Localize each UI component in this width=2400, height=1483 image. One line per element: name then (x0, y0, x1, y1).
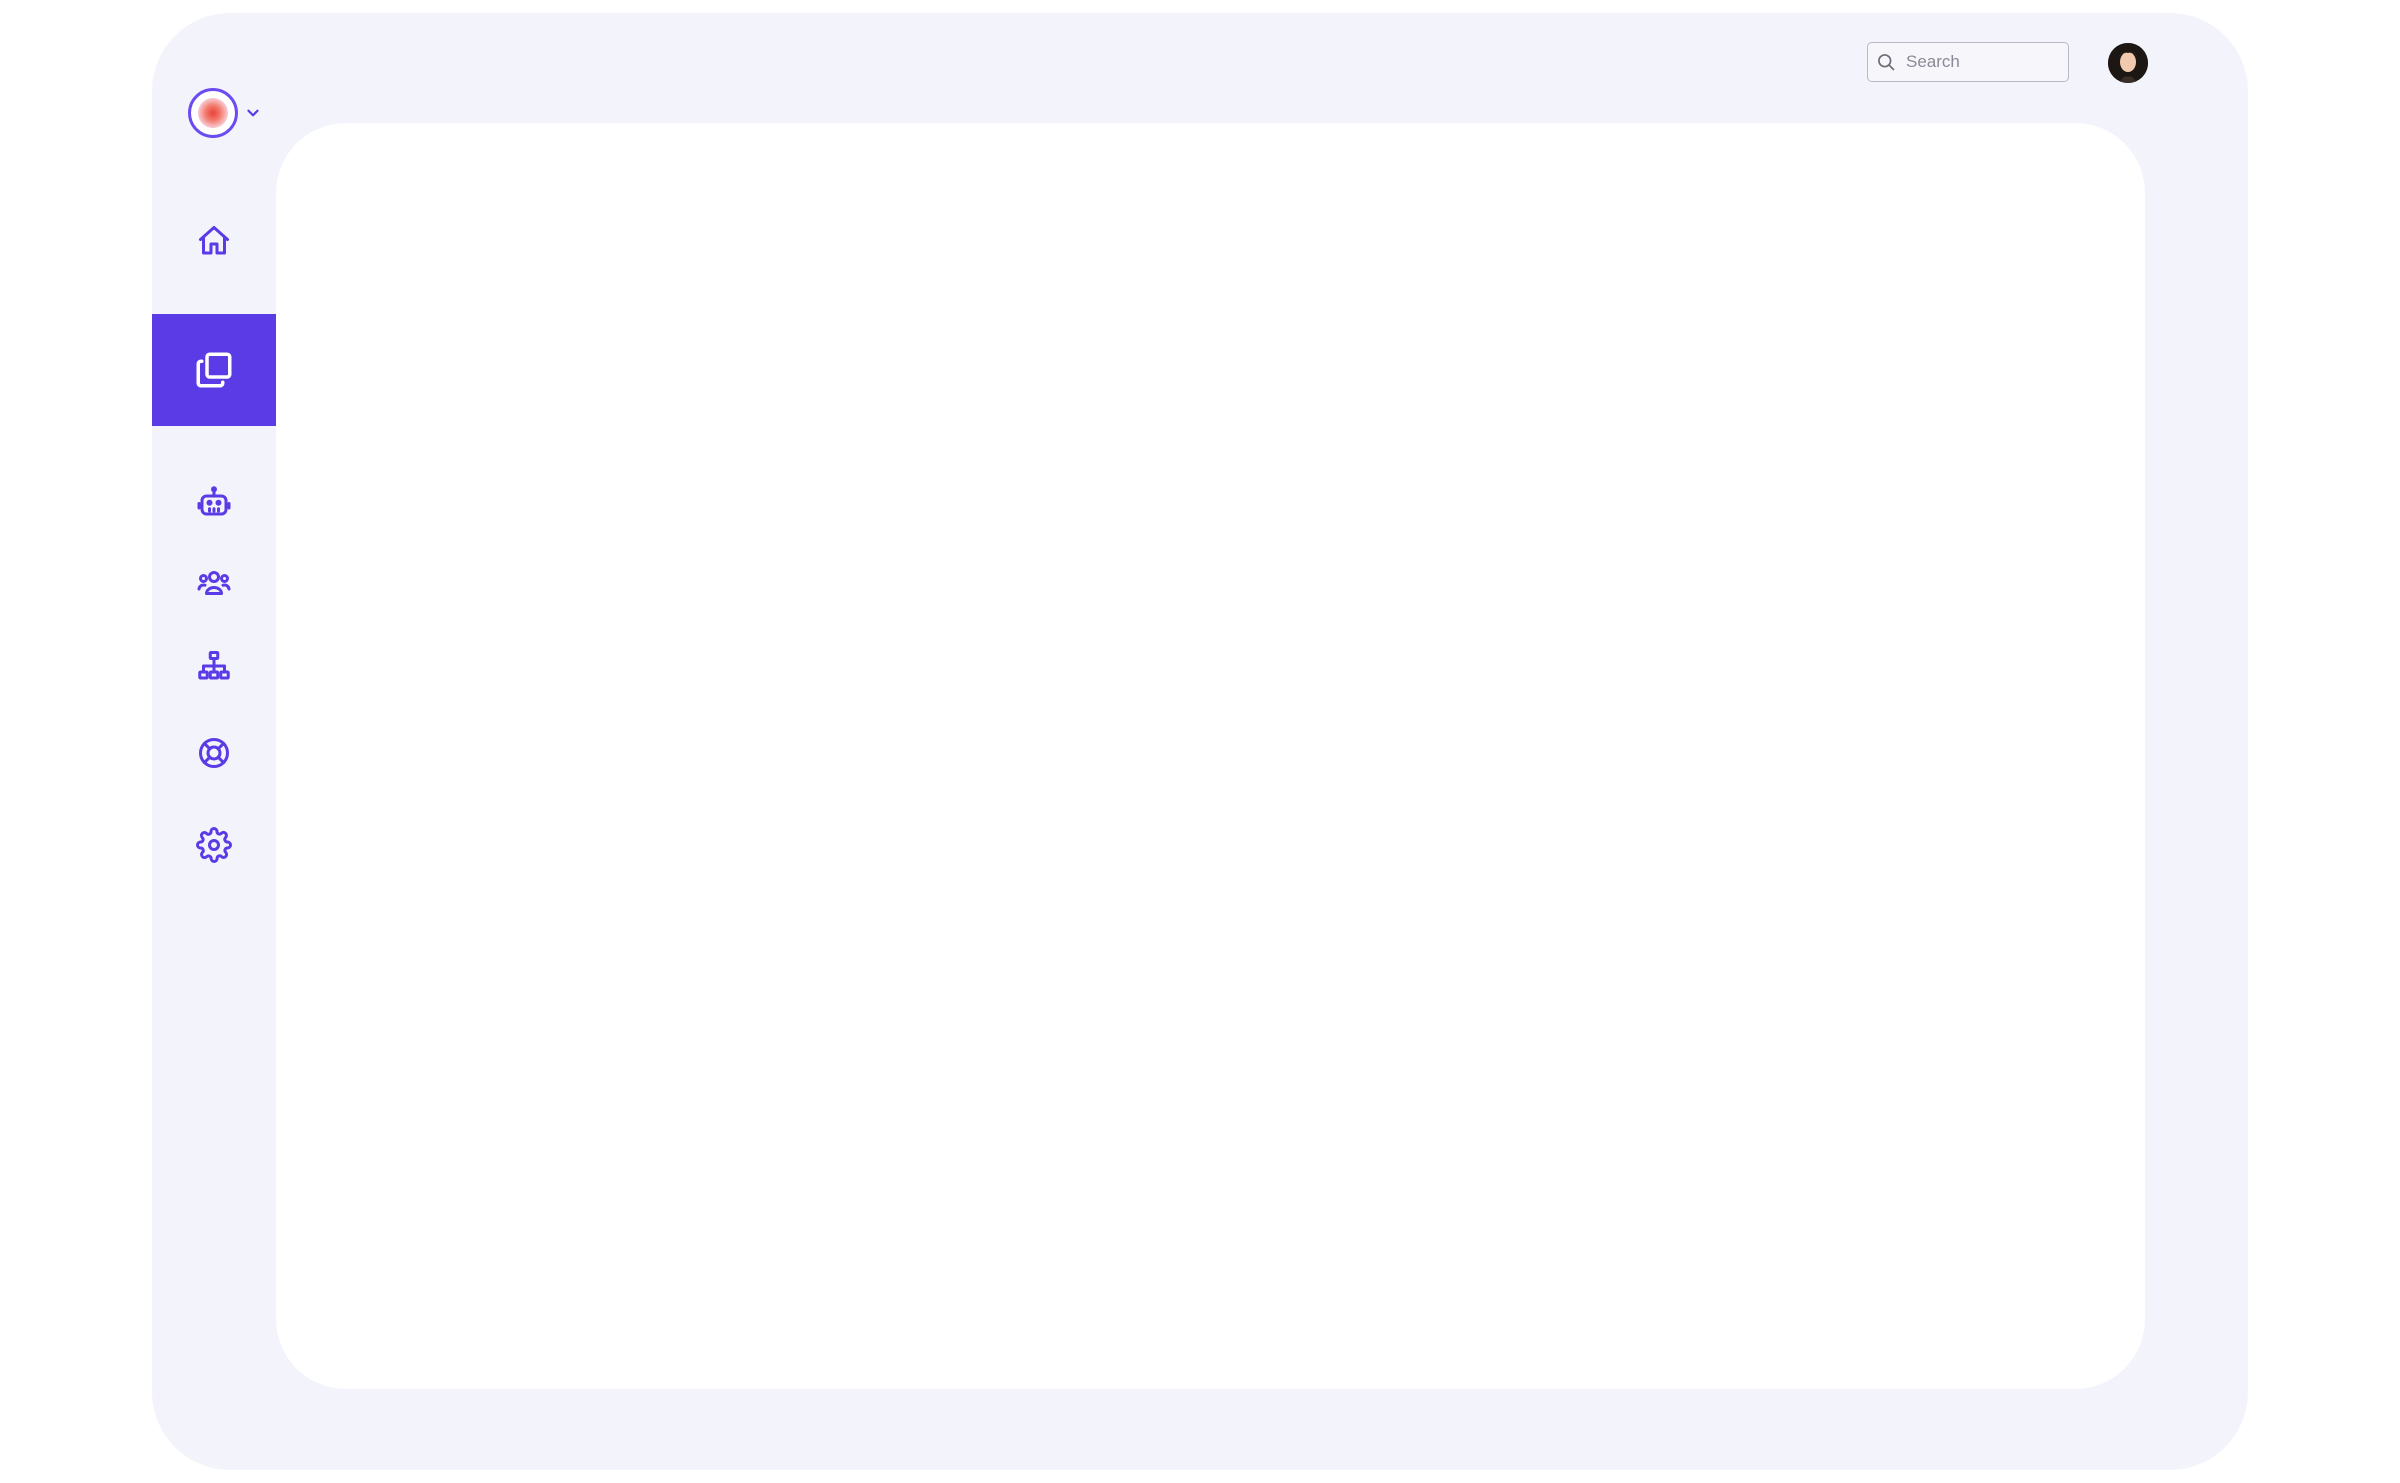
users-icon (197, 571, 231, 595)
avatar-image (2108, 43, 2148, 83)
copy-icon (196, 352, 232, 388)
app-frame (152, 13, 2248, 1470)
home-icon (199, 226, 229, 255)
robot-icon (197, 486, 231, 516)
workspace-logo-icon (188, 88, 238, 138)
sidebar-item-home[interactable] (152, 205, 276, 277)
lifebuoy-icon (199, 738, 229, 768)
chevron-down-icon (247, 109, 259, 117)
sidebar-item-structure[interactable] (152, 630, 276, 702)
sidebar-item-settings[interactable] (152, 809, 276, 881)
sidebar-item-team[interactable] (152, 547, 276, 619)
gear-icon (196, 827, 232, 863)
main-content-panel (276, 123, 2145, 1389)
sitemap-icon (198, 651, 230, 680)
sidebar-item-support[interactable] (152, 717, 276, 789)
search-icon (1878, 54, 1895, 71)
sidebar-item-documents[interactable] (152, 314, 276, 426)
search-input[interactable] (1904, 51, 2058, 73)
sidebar-item-bots[interactable] (152, 466, 276, 538)
search-box[interactable] (1867, 42, 2069, 82)
workspace-switcher[interactable] (188, 87, 262, 139)
user-avatar[interactable] (2108, 43, 2148, 83)
